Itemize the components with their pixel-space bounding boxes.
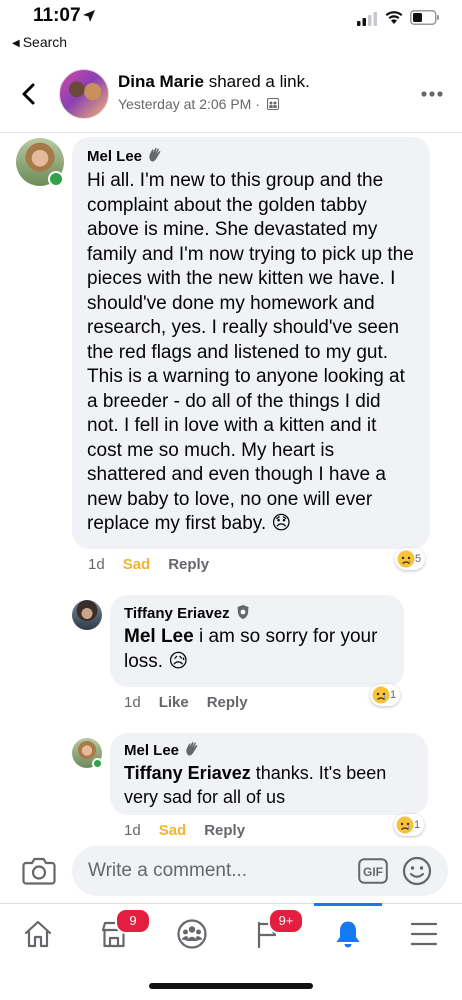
home-indicator [149,983,313,989]
reaction-count: 5 [415,553,422,565]
comment-bubble: Mel Lee Tiffany Eriavez thanks. It's bee… [110,733,428,815]
reply-button[interactable]: Reply [204,822,245,839]
sad-crying-emoji-icon [397,550,415,568]
commenter-avatar[interactable] [72,738,103,769]
tab-notifications[interactable] [318,910,378,960]
comment-age[interactable]: 1d [124,694,141,711]
status-bar: 11:07 ◀ Search [0,0,462,58]
gif-icon[interactable]: GIF [358,858,388,884]
groups-icon [177,919,207,949]
clock-time: 11:07 [33,5,81,26]
commenter-avatar[interactable] [16,138,64,187]
tab-menu[interactable] [394,910,454,960]
marketplace-badge: 9 [115,908,151,934]
reaction-count-pill[interactable]: 1 [394,814,425,836]
comment-author[interactable]: Tiffany Eriavez [124,604,390,622]
post-header: Dina Marie shared a link. Yesterday at 2… [0,60,462,130]
write-comment-input[interactable] [72,846,448,896]
comment-text: Tiffany Eriavez thanks. It's been very s… [124,761,414,809]
author-avatar[interactable] [59,69,109,119]
location-arrow-icon [83,10,95,22]
waving-hand-badge-icon [186,741,198,756]
online-status-dot [92,758,103,769]
comment-bubble: Mel Lee Hi all. I'm new to this group an… [72,137,430,549]
waving-hand-badge-icon [149,147,161,162]
back-triangle-icon: ◀ [12,38,20,49]
mention-link[interactable]: Tiffany Eriavez [124,763,251,783]
post-action-text: shared a link. [203,72,310,91]
comment-actions: 1d Like Reply [124,694,266,711]
reaction-count-pill[interactable]: 1 [370,684,401,706]
notifications-bell-icon [336,921,360,948]
more-options-icon[interactable] [420,90,444,98]
sad-crying-emoji-icon [396,816,414,834]
comment-author-name[interactable]: Tiffany Eriavez [124,605,230,622]
commenter-avatar[interactable] [72,600,102,630]
post-author-name[interactable]: Dina Marie [118,72,204,91]
tab-marketplace[interactable]: 9 [84,908,151,960]
home-icon [24,920,52,948]
comment-age[interactable]: 1d [88,556,105,573]
emoji-smile-icon[interactable] [402,856,432,886]
comment-text: Mel Lee i am so sorry for your loss. 😥 [124,625,390,674]
like-button[interactable]: Like [159,694,189,711]
header-divider [0,132,462,133]
reaction-count-pill[interactable]: 5 [395,548,426,570]
comment-age[interactable]: 1d [124,822,141,839]
pages-badge: 9+ [268,908,304,934]
mention-link[interactable]: Mel Lee [124,626,194,647]
battery-icon [410,10,439,25]
comment-author-name[interactable]: Mel Lee [124,742,179,759]
wifi-icon [385,11,403,24]
comment-actions: 1d Sad Reply [124,822,263,839]
sad-reaction-button[interactable]: Sad [123,556,151,573]
comment-bubble: Tiffany Eriavez Mel Lee i am so sorry fo… [110,595,404,687]
avatar-photo [72,600,102,630]
group-audience-icon [266,98,279,110]
comment-text: Hi all. I'm new to this group and the co… [87,170,414,534]
reply-button[interactable]: Reply [207,694,248,711]
post-meta: Yesterday at 2:06 PM · [118,96,279,112]
post-timestamp[interactable]: Yesterday at 2:06 PM · [118,96,264,112]
camera-icon[interactable] [22,856,56,886]
sad-reaction-button[interactable]: Sad [159,822,187,839]
comment-author[interactable]: Mel Lee [87,147,415,165]
reaction-count: 1 [414,819,421,831]
online-status-dot [48,171,64,187]
comment-author[interactable]: Mel Lee [124,741,414,759]
reaction-count: 1 [390,689,397,701]
menu-icon [410,922,438,946]
back-to-search-link[interactable]: ◀ Search [12,34,67,50]
comment-actions: 1d Sad Reply [88,556,227,573]
tab-groups[interactable] [162,910,222,960]
sad-crying-emoji-icon [372,686,390,704]
tab-home[interactable] [8,910,68,960]
back-search-label: Search [22,34,68,50]
post-author-line: Dina Marie shared a link. [118,72,310,92]
gif-label: GIF [363,865,383,879]
active-tab-indicator [314,903,382,906]
reply-button[interactable]: Reply [168,556,209,573]
tab-pages[interactable]: 9+ [238,908,304,960]
back-chevron-icon[interactable] [18,82,40,106]
verified-shield-badge-icon [237,605,249,619]
cellular-signal-icon [357,12,377,26]
comment-author-name[interactable]: Mel Lee [87,148,142,165]
